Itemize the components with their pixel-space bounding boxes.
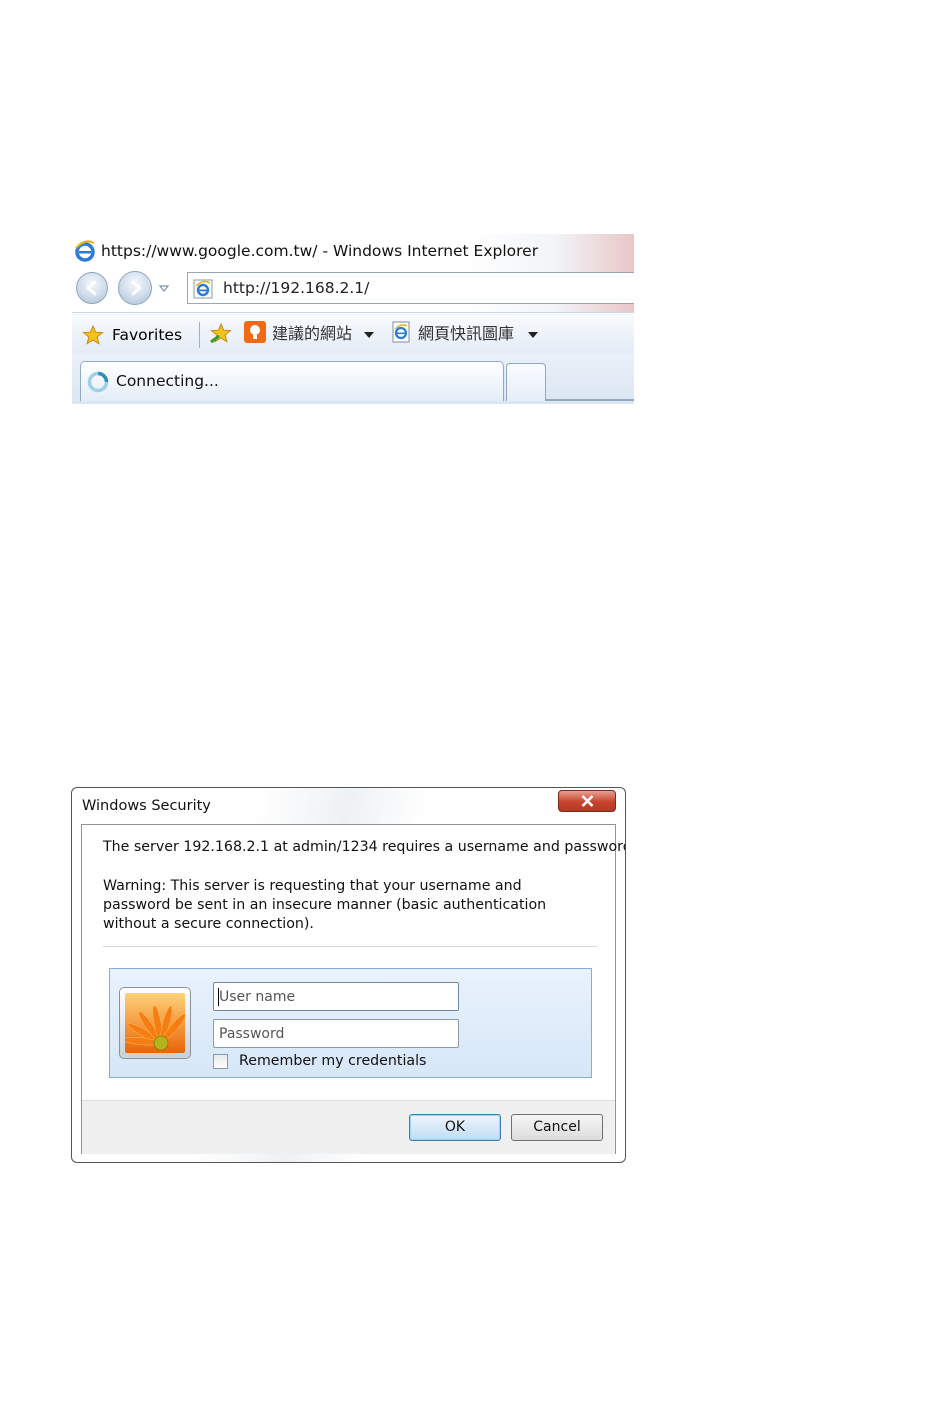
text-caret (218, 988, 219, 1006)
lightbulb-icon (250, 325, 260, 339)
favorites-label: Favorites (112, 326, 183, 344)
page-ie-icon (193, 279, 213, 299)
suggested-sites-label[interactable]: 建議的網站 (272, 313, 352, 355)
credentials-panel: Remember my credentials (109, 968, 592, 1078)
remember-checkbox[interactable] (213, 1054, 228, 1069)
divider (103, 946, 597, 947)
close-button[interactable] (558, 790, 616, 812)
windows-security-dialog: Windows Security The server 192.168.2.1 … (71, 787, 626, 1163)
cancel-button[interactable]: Cancel (511, 1114, 603, 1141)
new-tab-button[interactable] (506, 363, 546, 401)
back-button[interactable] (76, 272, 108, 304)
dialog-title: Windows Security (82, 798, 211, 814)
window-title: https://www.google.com.tw/ - Windows Int… (101, 242, 539, 260)
avatar (119, 987, 191, 1059)
close-icon (581, 795, 594, 807)
chevron-down-icon[interactable] (528, 331, 538, 339)
toolbar-separator (199, 322, 200, 348)
dialog-content: The server 192.168.2.1 at admin/1234 req… (81, 824, 625, 1154)
tab-bar: Connecting... (72, 354, 634, 404)
ie-logo-icon (75, 240, 95, 262)
dialog-button-bar: OK Cancel (82, 1100, 615, 1154)
password-field[interactable] (213, 1019, 459, 1048)
auth-message: The server 192.168.2.1 at admin/1234 req… (103, 839, 626, 855)
recent-pages-dropdown[interactable] (158, 282, 170, 294)
web-slice-gallery-label[interactable]: 網頁快訊圖庫 (418, 313, 514, 355)
address-bar[interactable]: http://192.168.2.1/ (187, 272, 634, 304)
suggested-sites-icon[interactable] (244, 321, 266, 343)
window-title-bar: https://www.google.com.tw/ - Windows Int… (72, 234, 634, 268)
web-slice-icon[interactable] (390, 321, 412, 343)
tab-baseline (546, 399, 634, 401)
forward-arrow-icon (131, 280, 142, 296)
user-tile-flower-icon (125, 993, 185, 1053)
back-arrow-icon (86, 280, 97, 296)
username-field[interactable] (213, 982, 459, 1011)
forward-button[interactable] (118, 271, 152, 305)
remember-label: Remember my credentials (239, 1053, 427, 1069)
favorites-bar: Favorites 建議的網站 網頁快訊圖庫 (72, 312, 634, 355)
tab-connecting[interactable]: Connecting... (80, 361, 504, 401)
navigation-bar: http://192.168.2.1/ (72, 268, 634, 310)
add-favorite-icon[interactable] (209, 322, 233, 346)
ok-button[interactable]: OK (409, 1114, 501, 1141)
address-url[interactable]: http://192.168.2.1/ (223, 273, 369, 303)
security-warning: Warning: This server is requesting that … (103, 878, 547, 932)
chevron-down-icon[interactable] (364, 331, 374, 339)
star-icon (82, 325, 104, 345)
favorites-button[interactable]: Favorites (82, 320, 198, 348)
loading-spinner-icon (87, 371, 109, 393)
ie-browser-window: https://www.google.com.tw/ - Windows Int… (72, 234, 634, 404)
tab-label: Connecting... (116, 372, 219, 390)
